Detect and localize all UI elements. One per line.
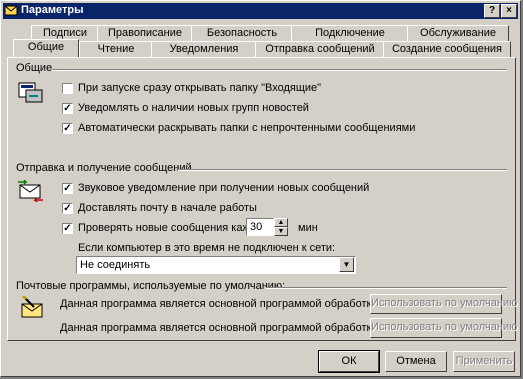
offline-select-value: Не соединять <box>80 259 151 271</box>
send-receive-icon <box>18 180 43 202</box>
spin-up-icon[interactable]: ▲ <box>274 218 288 227</box>
close-button[interactable]: × <box>501 4 517 18</box>
label-sound-notify[interactable]: Звуковое уведомление при получении новых… <box>78 182 369 194</box>
outlook-express-icon <box>5 5 18 16</box>
tab-receipts[interactable]: Уведомления <box>151 41 257 57</box>
group-divider <box>52 69 507 71</box>
apply-button[interactable]: Применить <box>453 351 515 372</box>
default-program-icon <box>21 296 43 318</box>
checkbox-check-interval[interactable]: ✓ <box>62 223 73 234</box>
checkbox-open-inbox[interactable] <box>62 83 73 94</box>
tab-send[interactable]: Отправка сообщений <box>255 41 385 57</box>
group-send-receive-label: Отправка и получение сообщений <box>16 162 192 174</box>
tab-panel: Общие При запуске сразу открывать папку … <box>7 57 517 341</box>
cancel-button[interactable]: Отмена <box>385 351 447 372</box>
interval-input[interactable]: 30 <box>246 218 274 236</box>
label-expand-unread[interactable]: Автоматически раскрывать папки с непрочт… <box>78 122 415 134</box>
tab-general[interactable]: Общие <box>13 39 79 57</box>
checkbox-deliver-startup[interactable]: ✓ <box>62 203 73 214</box>
label-check-interval[interactable]: Проверять новые сообщения каждые <box>78 222 270 234</box>
offline-label: Если компьютер в это время не подключен … <box>78 242 336 254</box>
group-default-programs-label: Почтовые программы, используемые по умол… <box>16 280 286 292</box>
help-button[interactable]: ? <box>484 4 500 18</box>
interval-spinner[interactable]: ▲ ▼ <box>274 218 288 236</box>
group-divider <box>266 287 507 289</box>
group-general-label: Общие <box>16 62 53 74</box>
set-default-mail-button[interactable]: Использовать по умолчанию <box>370 294 517 314</box>
checkbox-notify-newsgroups[interactable]: ✓ <box>62 103 73 114</box>
tab-maintenance[interactable]: Обслуживание <box>407 25 509 41</box>
tab-security[interactable]: Безопасность <box>191 25 293 41</box>
tab-spelling[interactable]: Правописание <box>97 25 193 41</box>
offline-select[interactable]: Не соединять ▼ <box>76 256 356 274</box>
tab-connection[interactable]: Подключение <box>291 25 409 41</box>
spin-down-icon[interactable]: ▼ <box>274 227 288 236</box>
group-divider <box>178 169 507 171</box>
tab-compose[interactable]: Создание сообщения <box>383 41 511 57</box>
checkbox-sound-notify[interactable]: ✓ <box>62 183 73 194</box>
ok-button[interactable]: ОК <box>318 350 380 373</box>
chevron-down-icon[interactable]: ▼ <box>339 257 354 272</box>
title-bar[interactable]: Параметры ? × <box>3 3 518 19</box>
label-notify-newsgroups[interactable]: Уведомлять о наличии новых групп новосте… <box>78 102 309 114</box>
interval-unit: мин <box>298 222 318 234</box>
window-title: Параметры <box>21 4 84 16</box>
checkbox-expand-unread[interactable]: ✓ <box>62 123 73 134</box>
options-dialog: Параметры ? × Подписи Правописание Безоп… <box>0 0 521 377</box>
general-settings-icon <box>18 82 43 103</box>
tab-read[interactable]: Чтение <box>79 41 153 57</box>
label-deliver-startup[interactable]: Доставлять почту в начале работы <box>78 202 257 214</box>
default-mail-text: Данная программа является основной прогр… <box>60 298 412 310</box>
set-default-news-button[interactable]: Использовать по умолчанию <box>370 318 517 338</box>
default-news-text: Данная программа является основной прогр… <box>60 322 378 334</box>
label-open-inbox[interactable]: При запуске сразу открывать папку "Входя… <box>78 82 321 94</box>
